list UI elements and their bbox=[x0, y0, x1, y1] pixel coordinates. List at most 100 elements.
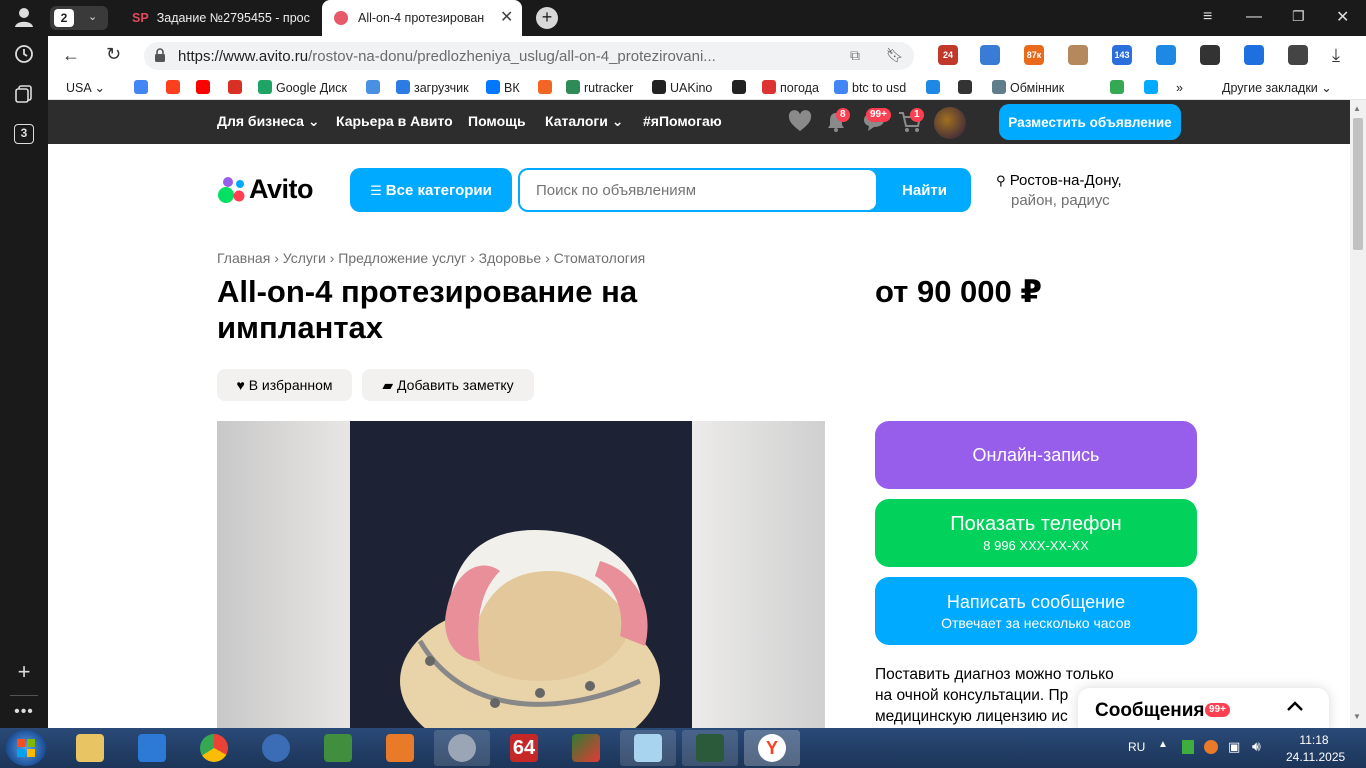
bookmark-item-2[interactable] bbox=[166, 80, 184, 96]
bookmark-item-12[interactable] bbox=[732, 80, 750, 96]
extension-icon-2[interactable]: 87к bbox=[1024, 45, 1044, 65]
bookmark-item-1[interactable] bbox=[134, 80, 152, 96]
url-text[interactable]: https://www.avito.ru/rostov-na-donu/pred… bbox=[178, 48, 716, 65]
extension-icon-3[interactable] bbox=[1068, 45, 1088, 65]
language-indicator[interactable]: RU bbox=[1128, 740, 1145, 754]
more-icon[interactable]: ••• bbox=[12, 700, 36, 724]
bookmark-item-7[interactable]: загрузчик bbox=[396, 80, 469, 96]
page-scrollbar[interactable]: ▲ ▼ bbox=[1350, 100, 1366, 728]
extension-icon-4[interactable]: 143 bbox=[1112, 45, 1132, 65]
bookmark-icon[interactable]: 🔖︎ bbox=[886, 47, 904, 64]
bookmark-item-4[interactable] bbox=[228, 80, 246, 96]
breadcrumb-dentistry[interactable]: Стоматология bbox=[554, 250, 646, 266]
nav-catalogs[interactable]: Каталоги ⌄ bbox=[545, 113, 623, 130]
bookmark-item-14[interactable]: btc to usd bbox=[834, 80, 906, 96]
avito-logo[interactable]: Avito bbox=[217, 174, 327, 206]
extension-icon-0[interactable]: 24 bbox=[938, 45, 958, 65]
bookmarks-more[interactable]: » bbox=[1176, 80, 1183, 96]
location-selector[interactable]: ⚲ Ростов-на-Дону, bbox=[996, 172, 1122, 189]
search-input[interactable] bbox=[520, 170, 876, 210]
taskbar-app-chart[interactable] bbox=[558, 730, 614, 766]
nav-hashtag[interactable]: #яПомогаю bbox=[643, 113, 722, 129]
add-panel-icon[interactable]: + bbox=[12, 660, 36, 684]
volume-icon[interactable]: 🔊︎ bbox=[1252, 738, 1261, 755]
taskbar-app-green[interactable] bbox=[310, 730, 366, 766]
menu-icon[interactable]: ≡ bbox=[1203, 8, 1212, 26]
extension-icon-5[interactable] bbox=[1156, 45, 1176, 65]
taskbar-browser-globe[interactable] bbox=[248, 730, 304, 766]
extension-icon-8[interactable] bbox=[1288, 45, 1308, 65]
bookmark-item-8[interactable]: ВК bbox=[486, 80, 520, 96]
close-tab-icon[interactable]: ✕ bbox=[500, 0, 513, 36]
taskbar-explorer[interactable] bbox=[62, 730, 118, 766]
network-icon[interactable]: ▣ bbox=[1228, 739, 1240, 755]
bookmark-item-0[interactable]: USA ⌄ bbox=[66, 80, 105, 96]
taskbar-aida64[interactable]: 64 bbox=[496, 730, 552, 766]
show-phone-button[interactable]: Показать телефон 8 996 XXX-XX-XX bbox=[875, 499, 1197, 567]
taskbar-chrome[interactable] bbox=[186, 730, 242, 766]
lock-icon[interactable] bbox=[154, 48, 166, 62]
extension-icon-6[interactable] bbox=[1200, 45, 1220, 65]
taskbar-media[interactable] bbox=[372, 730, 428, 766]
bookmark-item-11[interactable]: UAKino bbox=[652, 80, 712, 96]
copy-link-icon[interactable]: ⧉ bbox=[850, 47, 860, 64]
profile-icon[interactable] bbox=[12, 6, 36, 30]
download-icon[interactable]: ⤓ bbox=[1332, 45, 1340, 66]
gallery-main-image[interactable] bbox=[217, 421, 825, 728]
taskbar-notepad[interactable] bbox=[620, 730, 676, 766]
bookmark-item-17[interactable]: Обмінник bbox=[992, 80, 1064, 96]
new-tab-button[interactable]: + bbox=[536, 7, 558, 29]
collections-icon[interactable] bbox=[12, 84, 36, 108]
tray-expand-icon[interactable]: ▲ bbox=[1158, 739, 1168, 750]
extension-icon-7[interactable] bbox=[1244, 45, 1264, 65]
history-icon[interactable] bbox=[12, 44, 36, 68]
close-window-icon[interactable]: ✕ bbox=[1336, 7, 1349, 27]
breadcrumb-health[interactable]: Здоровье bbox=[479, 250, 542, 266]
taskbar-wise[interactable] bbox=[124, 730, 180, 766]
back-icon[interactable]: ← bbox=[62, 45, 80, 66]
bookmark-item-5[interactable]: Google Диск bbox=[258, 80, 347, 96]
chevron-up-icon[interactable] bbox=[1284, 696, 1306, 724]
tab-group-button[interactable]: 2 ⌄ bbox=[50, 6, 108, 30]
post-ad-button[interactable]: Разместить объявление bbox=[999, 104, 1181, 140]
tray-app-icon[interactable] bbox=[1182, 740, 1194, 754]
bookmark-item-16[interactable] bbox=[958, 80, 976, 96]
reload-icon[interactable]: ↻ bbox=[106, 44, 121, 65]
bookmark-item-15[interactable] bbox=[926, 80, 944, 96]
write-message-button[interactable]: Написать сообщение Отвечает за несколько… bbox=[875, 577, 1197, 645]
add-note-button[interactable]: ▰ Добавить заметку bbox=[362, 369, 534, 401]
breadcrumb-services[interactable]: Услуги bbox=[283, 250, 326, 266]
all-categories-button[interactable]: ☰ Все категории bbox=[350, 168, 512, 212]
address-bar[interactable]: https://www.avito.ru/rostov-na-donu/pred… bbox=[144, 42, 914, 70]
tab-count-badge[interactable]: 3 bbox=[14, 124, 34, 144]
favorite-button[interactable]: ♥ В избранном bbox=[217, 369, 352, 401]
bookmark-item-13[interactable]: погода bbox=[762, 80, 819, 96]
tab-avito-active[interactable]: All-on-4 протезирован ✕ bbox=[322, 0, 522, 36]
nav-career[interactable]: Карьера в Авито bbox=[336, 113, 453, 129]
taskbar-monitor[interactable] bbox=[682, 730, 738, 766]
tray-update-icon[interactable] bbox=[1204, 740, 1218, 754]
bookmark-item-19[interactable] bbox=[1144, 80, 1162, 96]
bookmark-item-9[interactable] bbox=[538, 80, 556, 96]
bookmark-item-18[interactable] bbox=[1110, 80, 1128, 96]
start-button[interactable] bbox=[6, 730, 46, 766]
tab-zadanie[interactable]: SP Задание №2795455 - прос bbox=[120, 0, 320, 36]
avatar[interactable] bbox=[934, 107, 966, 139]
bookmark-item-6[interactable] bbox=[366, 80, 384, 96]
breadcrumb-offers[interactable]: Предложение услуг bbox=[338, 250, 466, 266]
search-button[interactable]: Найти bbox=[878, 168, 971, 212]
other-bookmarks[interactable]: Другие закладки ⌄ bbox=[1222, 80, 1332, 96]
minimize-icon[interactable]: — bbox=[1246, 8, 1262, 26]
scrollbar-thumb[interactable] bbox=[1353, 118, 1363, 250]
restore-icon[interactable]: ❐ bbox=[1292, 8, 1305, 25]
bookmark-item-10[interactable]: rutracker bbox=[566, 80, 633, 96]
taskbar-yandex-browser[interactable]: Y bbox=[744, 730, 800, 766]
taskbar-clock-app[interactable] bbox=[434, 730, 490, 766]
nav-help[interactable]: Помощь bbox=[468, 113, 526, 129]
location-sub[interactable]: район, радиус bbox=[1011, 192, 1110, 209]
online-booking-button[interactable]: Онлайн-запись bbox=[875, 421, 1197, 489]
breadcrumb-home[interactable]: Главная bbox=[217, 250, 270, 266]
nav-business[interactable]: Для бизнеса ⌄ bbox=[217, 113, 320, 130]
bookmark-item-3[interactable] bbox=[196, 80, 214, 96]
messages-panel[interactable]: Сообщения 99+ bbox=[1078, 688, 1329, 728]
